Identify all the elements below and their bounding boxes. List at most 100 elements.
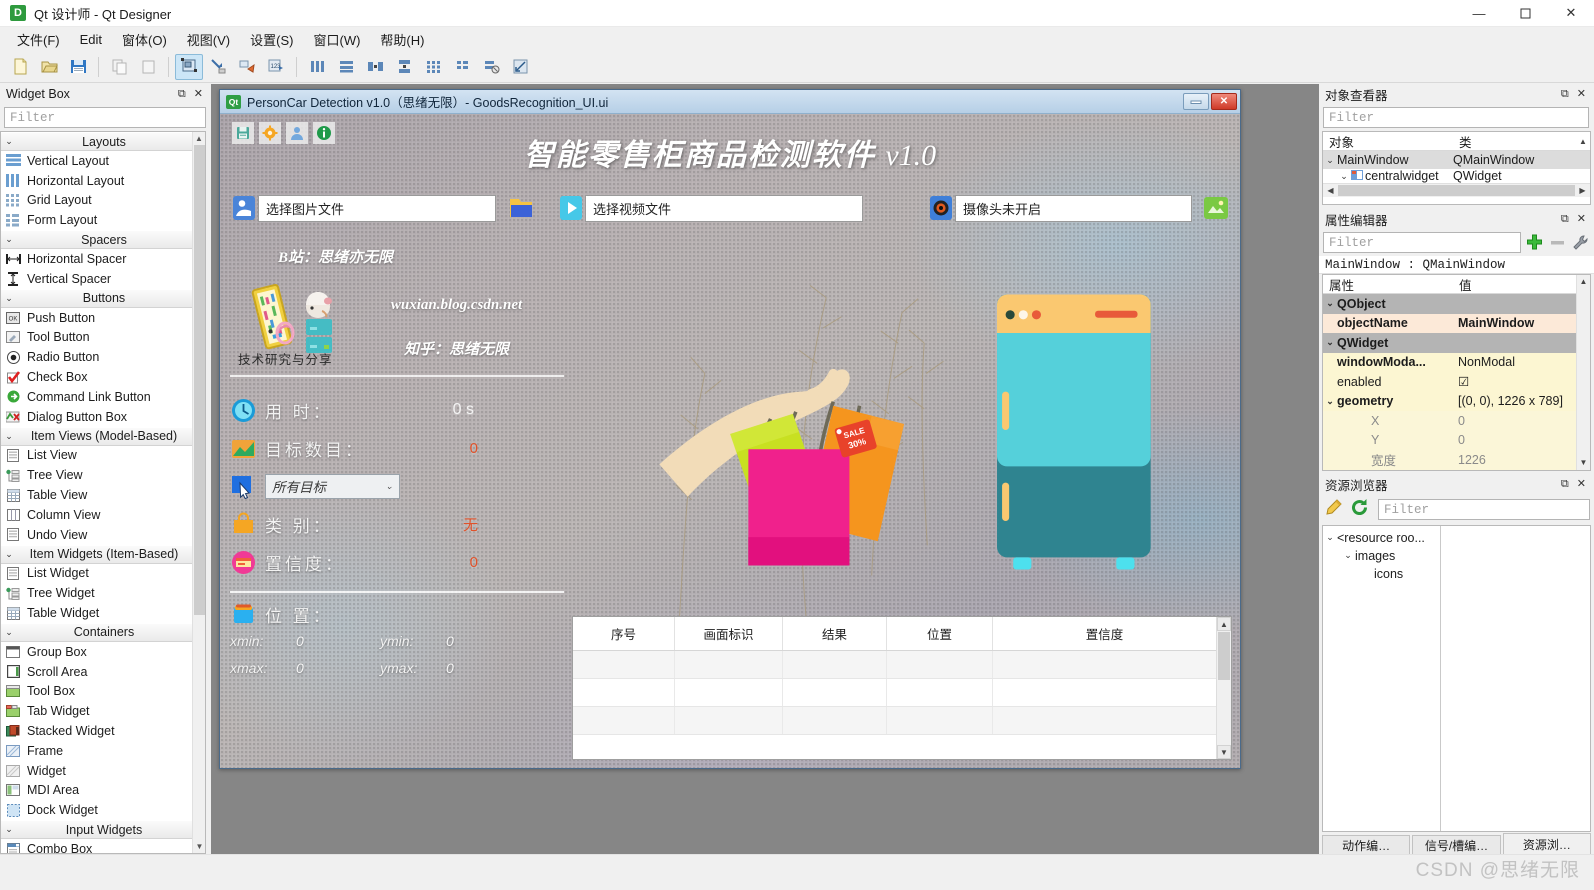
property-row-x[interactable]: X0 — [1323, 411, 1576, 431]
image-file-input[interactable]: 选择图片文件 — [258, 194, 496, 222]
paste-icon[interactable] — [134, 54, 162, 80]
edit-buddies-icon[interactable] — [233, 54, 261, 80]
close-icon[interactable]: ✕ — [1577, 213, 1586, 225]
property-editor-scrollbar[interactable]: ▲ ▼ — [1576, 275, 1590, 470]
layout-splitter-horizontal-icon[interactable] — [361, 54, 389, 80]
tab-resource-browser[interactable]: 资源浏… — [1502, 833, 1591, 854]
scrollbar-thumb[interactable] — [1338, 185, 1575, 196]
chevron-down-icon[interactable]: ⌄ — [1323, 155, 1337, 166]
object-row-mainwindow[interactable]: ⌄ MainWindow QMainWindow — [1323, 151, 1590, 169]
break-layout-icon[interactable] — [477, 54, 505, 80]
widget-item-form-layout[interactable]: Form Layout — [1, 210, 205, 230]
video-file-input[interactable]: 选择视频文件 — [585, 194, 863, 222]
widget-item-scroll-area[interactable]: Scroll Area — [1, 662, 205, 682]
resource-tree-images[interactable]: ⌄ images — [1323, 547, 1440, 565]
resource-tree-root[interactable]: ⌄ <resource roo... — [1323, 529, 1440, 547]
table-row[interactable] — [573, 679, 1216, 707]
widget-item-list-view[interactable]: List View — [1, 446, 205, 466]
property-row-y[interactable]: Y0 — [1323, 430, 1576, 450]
widget-item-dialog-button-box[interactable]: Dialog Button Box — [1, 407, 205, 427]
widget-item-frame[interactable]: Frame — [1, 741, 205, 761]
scroll-right-icon[interactable]: ▶ — [1576, 186, 1589, 195]
table-scrollbar[interactable]: ▲ ▼ — [1216, 617, 1231, 759]
widget-box-scrollbar[interactable]: ▲ ▼ — [192, 132, 205, 853]
undock-icon[interactable]: ⧉ — [1561, 88, 1569, 100]
widget-item-combo-box[interactable]: Combo Box — [1, 839, 205, 853]
chevron-down-icon[interactable]: ⌄ — [1323, 298, 1337, 309]
scrollbar-thumb[interactable] — [1218, 632, 1230, 680]
widget-item-tool-button[interactable]: Tool Button — [1, 328, 205, 348]
scrollbar-thumb[interactable] — [194, 145, 205, 615]
resource-filter-input[interactable]: Filter — [1378, 499, 1590, 520]
info-icon[interactable] — [313, 122, 335, 144]
property-row-geometry[interactable]: ⌄ geometry [(0, 0), 1226 x 789] — [1323, 391, 1576, 411]
widget-item-vertical-spacer[interactable]: Vertical Spacer — [1, 269, 205, 289]
close-icon[interactable]: ✕ — [1577, 88, 1586, 100]
tab-signal-slot-editor[interactable]: 信号/槽编… — [1412, 835, 1501, 854]
tab-action-editor[interactable]: 动作编… — [1322, 835, 1411, 854]
scroll-up-icon[interactable]: ▲ — [1217, 617, 1231, 631]
widget-category-spacers[interactable]: ⌄ Spacers — [1, 230, 205, 250]
menu-file[interactable]: 文件(F) — [8, 27, 69, 52]
menu-form[interactable]: 窗体(O) — [113, 27, 176, 52]
save-form-icon[interactable] — [64, 54, 92, 80]
edit-tab-order-icon[interactable]: 123 — [262, 54, 290, 80]
property-row-qobject[interactable]: ⌄ QObject — [1323, 294, 1576, 314]
widget-category-input-widgets[interactable]: ⌄ Input Widgets — [1, 820, 205, 840]
menu-settings[interactable]: 设置(S) — [241, 27, 302, 52]
undock-icon[interactable]: ⧉ — [1561, 479, 1569, 490]
widget-item-tree-widget[interactable]: Tree Widget — [1, 583, 205, 603]
widget-item-table-view[interactable]: Table View — [1, 485, 205, 505]
table-row[interactable] — [573, 651, 1216, 679]
layout-vertically-icon[interactable] — [332, 54, 360, 80]
target-select-combo[interactable]: 所有目标 ⌄ — [265, 473, 400, 499]
widget-item-tool-box[interactable]: Tool Box — [1, 682, 205, 702]
table-row[interactable] — [573, 707, 1216, 735]
new-form-icon[interactable] — [6, 54, 34, 80]
open-form-icon[interactable] — [35, 54, 63, 80]
widget-item-undo-view[interactable]: Undo View — [1, 525, 205, 545]
edit-signals-slots-icon[interactable] — [204, 54, 232, 80]
scroll-down-icon[interactable]: ▼ — [1577, 456, 1590, 470]
close-button[interactable]: ✕ — [1548, 0, 1594, 27]
scroll-up-icon[interactable]: ▲ — [193, 132, 205, 145]
scroll-up-icon[interactable]: ▲ — [1577, 275, 1590, 289]
scroll-up-icon[interactable]: ▲ — [1576, 132, 1590, 150]
widget-item-check-box[interactable]: Check Box — [1, 367, 205, 387]
chevron-down-icon[interactable]: ⌄ — [1341, 550, 1355, 561]
reload-icon[interactable] — [1350, 498, 1369, 522]
widget-item-mdi-area[interactable]: MDI Area — [1, 781, 205, 801]
undock-icon[interactable]: ⧉ — [1561, 213, 1569, 225]
menu-view[interactable]: 视图(V) — [178, 27, 239, 52]
widget-item-widget[interactable]: Widget — [1, 761, 205, 781]
object-inspector-filter-input[interactable]: Filter — [1323, 107, 1589, 128]
camera-on-icon[interactable] — [1202, 194, 1230, 222]
layout-grid-icon[interactable] — [419, 54, 447, 80]
widget-item-column-view[interactable]: Column View — [1, 505, 205, 525]
widget-item-tree-view[interactable]: Tree View — [1, 465, 205, 485]
minimize-button[interactable]: — — [1456, 0, 1502, 27]
scroll-down-icon[interactable]: ▼ — [1217, 745, 1231, 759]
chevron-down-icon[interactable]: ⌄ — [1323, 337, 1337, 348]
widget-category-item-views-model-based[interactable]: ⌄ Item Views (Model-Based) — [1, 426, 205, 446]
layout-horizontally-icon[interactable] — [303, 54, 331, 80]
property-row-objectname[interactable]: objectName MainWindow — [1323, 313, 1576, 333]
menu-window[interactable]: 窗口(W) — [304, 27, 369, 52]
camera-status-input[interactable]: 摄像头未开启 — [955, 194, 1192, 222]
property-row-windowmoda[interactable]: windowModa... NonModal — [1323, 352, 1576, 372]
settings-icon[interactable] — [259, 122, 281, 144]
widget-item-tab-widget[interactable]: Tab Widget — [1, 701, 205, 721]
property-filter-input[interactable]: Filter — [1323, 232, 1521, 253]
image-select-icon[interactable] — [230, 194, 258, 222]
widget-category-buttons[interactable]: ⌄ Buttons — [1, 288, 205, 308]
property-row-[interactable]: 宽度 1226 — [1323, 450, 1576, 470]
widget-category-layouts[interactable]: ⌄ Layouts — [1, 132, 205, 151]
widget-box-filter-input[interactable]: Filter — [4, 107, 206, 128]
form-minimize-button[interactable] — [1183, 93, 1209, 110]
user-icon[interactable] — [286, 122, 308, 144]
chevron-down-icon[interactable]: ⌄ — [1337, 171, 1351, 182]
undock-icon[interactable]: ⧉ — [178, 88, 186, 100]
scroll-left-icon[interactable]: ◀ — [1324, 186, 1337, 195]
widget-item-stacked-widget[interactable]: Stacked Widget — [1, 721, 205, 741]
blog-link[interactable]: wuxian.blog.csdn.net — [349, 297, 564, 314]
